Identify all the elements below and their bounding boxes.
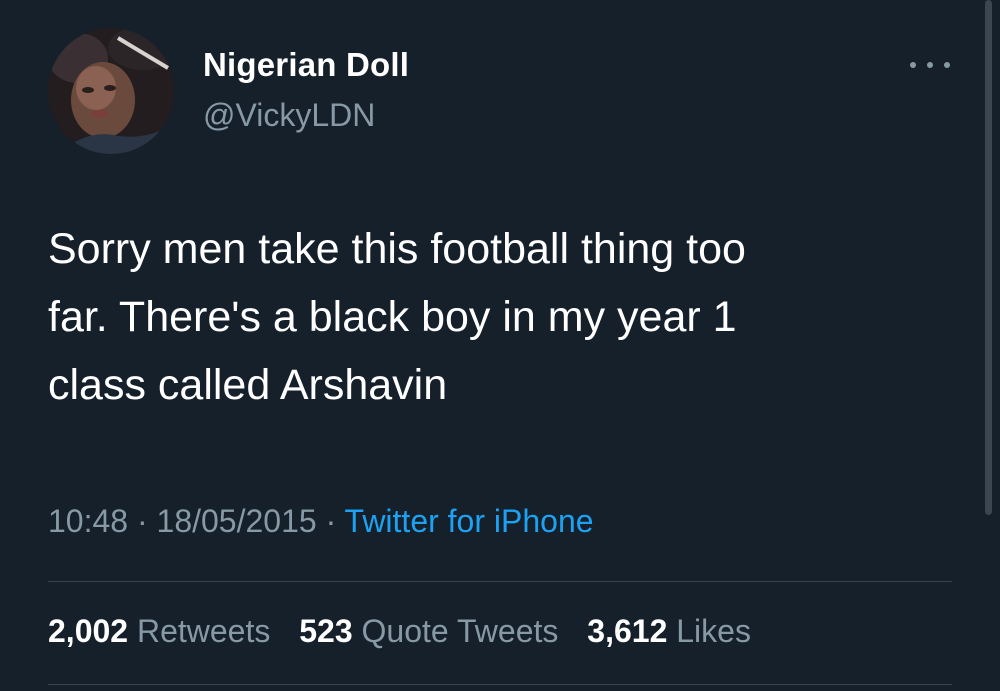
retweets-stat[interactable]: 2,002 Retweets xyxy=(48,613,270,650)
avatar[interactable] xyxy=(48,28,174,154)
quote-tweets-stat[interactable]: 523 Quote Tweets xyxy=(299,613,558,650)
scrollbar[interactable] xyxy=(985,0,992,515)
meta-separator: · xyxy=(316,503,345,539)
retweets-count: 2,002 xyxy=(48,613,129,649)
tweet-metadata: 10:48 · 18/05/2015 · Twitter for iPhone xyxy=(48,503,594,540)
retweets-label: Retweets xyxy=(136,613,271,649)
avatar-image xyxy=(48,28,174,154)
more-horizontal-icon-dot xyxy=(944,62,950,68)
tweet-date[interactable]: 18/05/2015 xyxy=(157,503,317,539)
quote-tweets-count: 523 xyxy=(299,613,353,649)
user-handle[interactable]: @VickyLDN xyxy=(203,97,375,134)
more-horizontal-icon-dot xyxy=(927,62,933,68)
tweet-detail: Nigerian Doll @VickyLDN Sorry men take t… xyxy=(0,0,1000,691)
tweet-text: Sorry men take this football thing too f… xyxy=(48,225,746,409)
tweet-source-link[interactable]: Twitter for iPhone xyxy=(345,503,594,539)
likes-stat[interactable]: 3,612 Likes xyxy=(587,613,751,650)
meta-separator: · xyxy=(128,503,157,539)
tweet-time[interactable]: 10:48 xyxy=(48,503,128,539)
likes-label: Likes xyxy=(676,613,751,649)
likes-count: 3,612 xyxy=(587,613,668,649)
more-horizontal-icon xyxy=(910,62,916,68)
display-name[interactable]: Nigerian Doll xyxy=(203,46,409,84)
quote-tweets-label: Quote Tweets xyxy=(361,613,559,649)
divider xyxy=(48,684,952,685)
divider xyxy=(48,581,952,582)
more-options-button[interactable] xyxy=(908,50,952,80)
tweet-stats: 2,002 Retweets 523 Quote Tweets 3,612 Li… xyxy=(48,613,771,650)
